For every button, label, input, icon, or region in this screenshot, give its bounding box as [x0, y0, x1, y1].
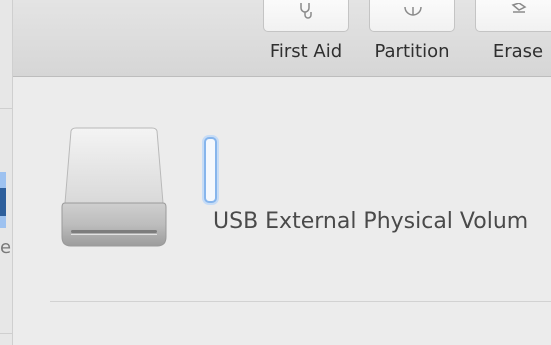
- pie-chart-icon: [404, 6, 422, 16]
- partition-label: Partition: [374, 41, 450, 62]
- partition-button-face[interactable]: [369, 0, 455, 32]
- sidebar-divider: [0, 108, 12, 109]
- volume-description: USB External Physical Volum: [213, 209, 529, 234]
- sidebar-item-text-fragment: e: [0, 237, 12, 258]
- first-aid-button[interactable]: First Aid: [263, 0, 349, 76]
- erase-button-face[interactable]: [475, 0, 551, 32]
- stethoscope-icon: [300, 3, 312, 19]
- erase-button[interactable]: Erase: [475, 0, 551, 76]
- sidebar: e: [0, 0, 13, 345]
- eraser-icon: [511, 3, 527, 13]
- sidebar-item-icon: [0, 188, 6, 216]
- toolbar: First Aid Partition Erase: [13, 0, 551, 77]
- partition-button[interactable]: Partition: [369, 0, 455, 76]
- erase-label: Erase: [492, 41, 544, 62]
- first-aid-label: First Aid: [269, 41, 343, 62]
- volume-name-input[interactable]: [204, 137, 217, 203]
- content-divider: [50, 301, 551, 302]
- external-drive-icon: [61, 127, 167, 247]
- first-aid-button-face[interactable]: [263, 0, 349, 32]
- sidebar-divider: [0, 333, 12, 334]
